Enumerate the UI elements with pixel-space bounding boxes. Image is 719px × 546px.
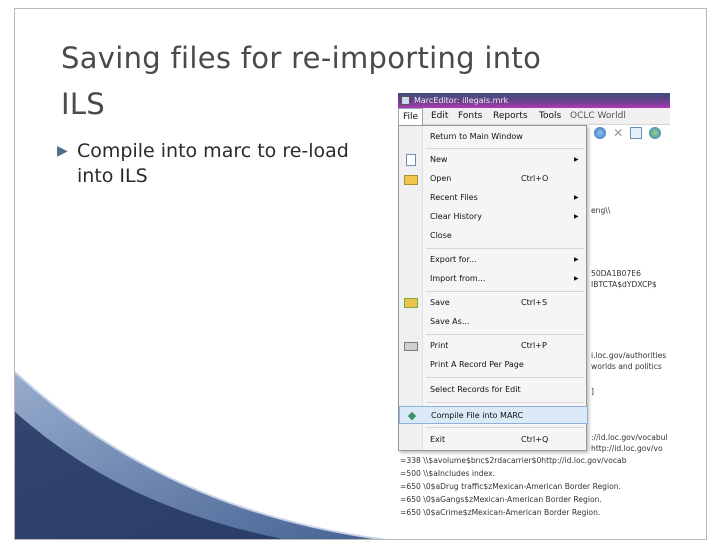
delete-icon[interactable]: ✕ [612, 127, 624, 139]
save-icon [404, 298, 418, 308]
editor-fragment: IBTCTA$dYDXCP$ [591, 280, 657, 289]
globe-icon[interactable] [594, 127, 606, 139]
bullet-point: ▶ Compile into marc to re-load into ILS [57, 139, 377, 189]
menu-item-save[interactable]: Save Ctrl+S [399, 294, 588, 312]
menu-item-exit[interactable]: Exit Ctrl+Q [399, 431, 588, 449]
menu-item-import-from[interactable]: Import from... ▶ [399, 270, 588, 288]
file-menu-dropdown: Return to Main Window New ▶ Open Ctrl+O … [398, 125, 588, 451]
menu-item-export-for[interactable]: Export for... ▶ [399, 251, 588, 269]
toolbar: ✕ [594, 127, 664, 139]
editor-fragment: worlds and politics [591, 362, 662, 371]
menu-separator [426, 334, 584, 335]
menu-item-print[interactable]: Print Ctrl+P [399, 337, 588, 355]
menubar: File Edit Fonts Reports Tools OCLC World… [398, 108, 670, 125]
menu-reports[interactable]: Reports [493, 111, 528, 121]
menu-item-open[interactable]: Open Ctrl+O [399, 170, 588, 188]
window-title: MarcEditor: illegals.mrk [414, 96, 509, 105]
editor-fragment: ://id.loc.gov/vocabul [591, 433, 668, 442]
editor-line: =500 \\$aIncludes index. [400, 469, 496, 478]
submenu-arrow-icon: ▶ [574, 156, 579, 163]
submenu-arrow-icon: ▶ [574, 275, 579, 282]
app-icon [401, 96, 410, 105]
submenu-arrow-icon: ▶ [574, 213, 579, 220]
menu-item-print-record-per-page[interactable]: Print A Record Per Page [399, 356, 588, 374]
editor-line: =650 \0$aDrug traffic$zMexican-American … [400, 482, 621, 491]
menu-separator [426, 291, 584, 292]
slide: Saving files for re-importing into ILS ▶… [14, 8, 707, 540]
menu-separator [426, 377, 584, 378]
menu-item-return-to-main-window[interactable]: Return to Main Window [399, 128, 588, 146]
bullet-text: Compile into marc to re-load into ILS [77, 140, 349, 187]
printer-icon [404, 342, 418, 351]
menu-item-new[interactable]: New ▶ [399, 151, 588, 169]
editor-fragment: eng\\ [591, 206, 611, 215]
submenu-arrow-icon: ▶ [574, 256, 579, 263]
editor-line: =338 \\$avolume$bnc$2rdacarrier$0http://… [400, 456, 627, 465]
window-titlebar: MarcEditor: illegals.mrk [398, 93, 670, 108]
editor-fragment: 50DA1B07E6 [591, 269, 641, 278]
editor-fragment: i.loc.gov/authorities [591, 351, 667, 360]
marceditor-screenshot: MarcEditor: illegals.mrk File Edit Fonts… [398, 93, 670, 533]
bullet-arrow-icon: ▶ [57, 143, 68, 159]
menu-file[interactable]: File [398, 108, 424, 125]
editor-line: =650 \0$aGangs$zMexican-American Border … [400, 495, 602, 504]
menu-item-compile-file-into-marc[interactable]: ◆ Compile File into MARC [399, 406, 588, 424]
menu-separator [426, 248, 584, 249]
document-icon[interactable] [630, 127, 643, 139]
menu-item-recent-files[interactable]: Recent Files ▶ [399, 189, 588, 207]
editor-line: =650 \0$aCrime$zMexican-American Border … [400, 508, 601, 517]
menu-oclc-worldcat[interactable]: OCLC Worldl [570, 111, 626, 121]
editor-fragment: ] [591, 387, 594, 396]
menu-item-close[interactable]: Close [399, 227, 588, 245]
menu-item-save-as[interactable]: Save As... [399, 313, 588, 331]
menu-edit[interactable]: Edit [431, 111, 448, 121]
submenu-arrow-icon: ▶ [574, 194, 579, 201]
new-file-icon [406, 154, 416, 166]
menu-tools[interactable]: Tools [539, 111, 561, 121]
compile-gem-icon: ◆ [407, 409, 417, 422]
folder-open-icon [404, 175, 418, 185]
menu-separator [426, 148, 584, 149]
menu-item-select-records-for-edit[interactable]: Select Records for Edit [399, 381, 588, 399]
editor-fragment: http://id.loc.gov/vo [591, 444, 663, 453]
menu-item-clear-history[interactable]: Clear History ▶ [399, 208, 588, 226]
menu-fonts[interactable]: Fonts [458, 111, 482, 121]
menu-separator [426, 402, 584, 403]
decorative-swoosh [15, 370, 388, 539]
menu-separator [426, 427, 584, 428]
world-icon[interactable] [648, 127, 661, 139]
